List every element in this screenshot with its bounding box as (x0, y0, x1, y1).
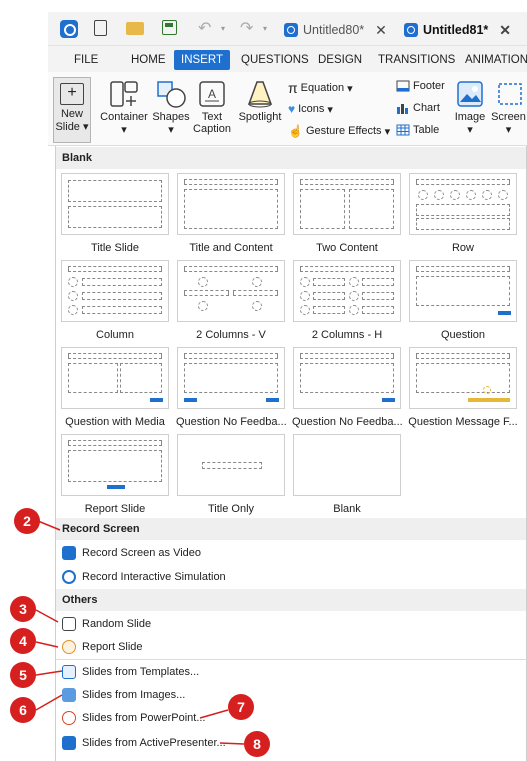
callout-line-4 (35, 641, 59, 648)
callout-badge-6: 6 (10, 697, 36, 723)
callout-badge-2: 2 (14, 508, 40, 534)
callout-badge-3: 3 (10, 596, 36, 622)
callout-line-8 (219, 742, 245, 745)
callout-line-6 (35, 694, 63, 711)
callout-connectors (35, 520, 245, 745)
callout-line-5 (35, 670, 63, 676)
callout-line-3 (35, 609, 59, 623)
callout-badge-7: 7 (228, 694, 254, 720)
callout-badge-5: 5 (10, 662, 36, 688)
callout-line-2 (37, 520, 61, 531)
callout-badge-8: 8 (244, 731, 270, 757)
callout-line-7 (199, 709, 229, 719)
callout-badge-4: 4 (10, 628, 36, 654)
